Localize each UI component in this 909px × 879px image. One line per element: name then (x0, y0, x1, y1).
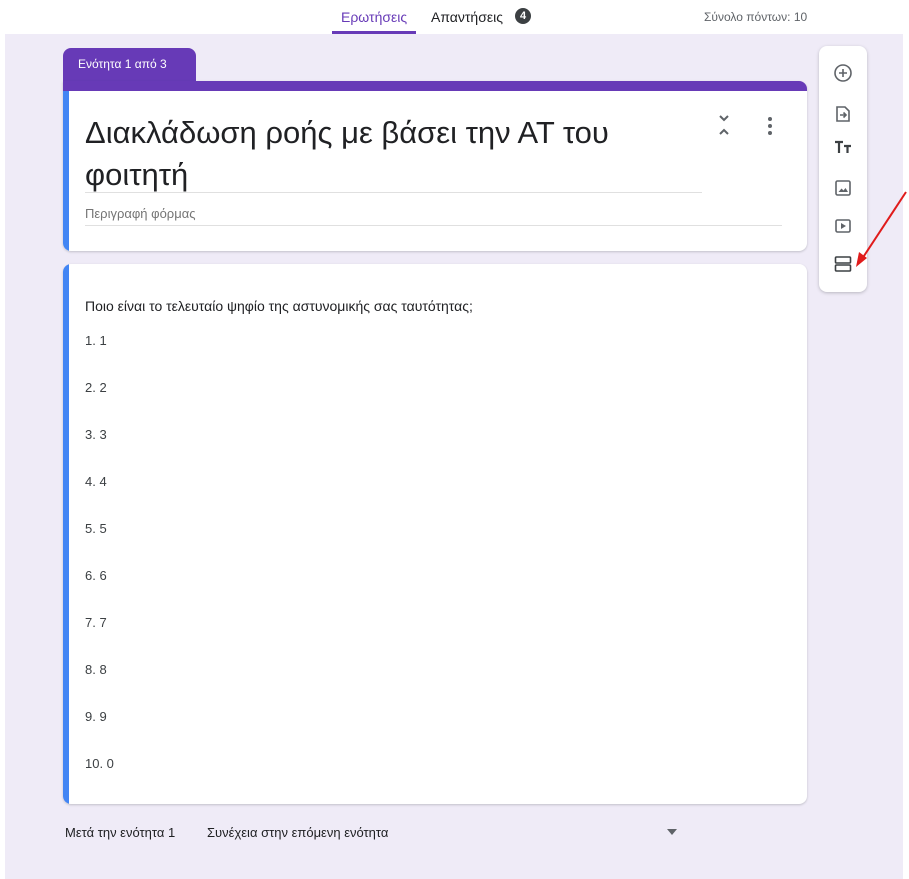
import-questions-icon[interactable] (831, 102, 855, 126)
options-list: 1. 1 2. 2 3. 3 4. 4 5. 5 6. 6 7. 7 8. 8 … (85, 333, 114, 803)
tab-responses[interactable]: Απαντήσεις (431, 9, 503, 25)
option-item[interactable]: 5. 5 (85, 521, 114, 568)
annotation-arrow-icon (856, 191, 907, 267)
add-title-icon[interactable] (831, 135, 855, 159)
active-card-indicator (63, 91, 69, 251)
option-item[interactable]: 7. 7 (85, 615, 114, 662)
title-underline (85, 192, 702, 193)
question-text: Ποιο είναι το τελευταίο ψηφίο της αστυνο… (85, 298, 473, 314)
option-item[interactable]: 3. 3 (85, 427, 114, 474)
active-card-indicator (63, 264, 69, 804)
add-question-icon[interactable] (831, 61, 855, 85)
collapse-icon[interactable] (714, 113, 734, 137)
option-item[interactable]: 8. 8 (85, 662, 114, 709)
option-item[interactable]: 2. 2 (85, 380, 114, 427)
form-title[interactable]: Διακλάδωση ροής με βάσει την ΑΤ του φοιτ… (85, 112, 695, 196)
option-item[interactable]: 9. 9 (85, 709, 114, 756)
responses-count-badge: 4 (515, 8, 531, 24)
title-card[interactable]: Διακλάδωση ροής με βάσει την ΑΤ του φοιτ… (63, 81, 807, 251)
more-options-icon[interactable] (763, 115, 777, 137)
tab-questions[interactable]: Ερωτήσεις (341, 9, 407, 25)
section-tag: Ενότητα 1 από 3 (63, 48, 196, 82)
question-card[interactable]: Ποιο είναι το τελευταίο ψηφίο της αστυνο… (63, 264, 807, 804)
option-item[interactable]: 10. 0 (85, 756, 114, 803)
option-item[interactable]: 1. 1 (85, 333, 114, 380)
total-points: Σύνολο πόντων: 10 (704, 10, 808, 24)
after-section-label: Μετά την ενότητα 1 (65, 825, 176, 840)
top-bar: Ερωτήσεις Απαντήσεις 4 Σύνολο πόντων: 10 (0, 0, 909, 34)
form-description[interactable]: Περιγραφή φόρμας (85, 206, 195, 221)
description-underline (85, 225, 782, 226)
after-section-select[interactable]: Συνέχεια στην επόμενη ενότητα (207, 825, 388, 840)
chevron-down-icon[interactable] (667, 829, 677, 835)
option-item[interactable]: 6. 6 (85, 568, 114, 615)
option-item[interactable]: 4. 4 (85, 474, 114, 521)
